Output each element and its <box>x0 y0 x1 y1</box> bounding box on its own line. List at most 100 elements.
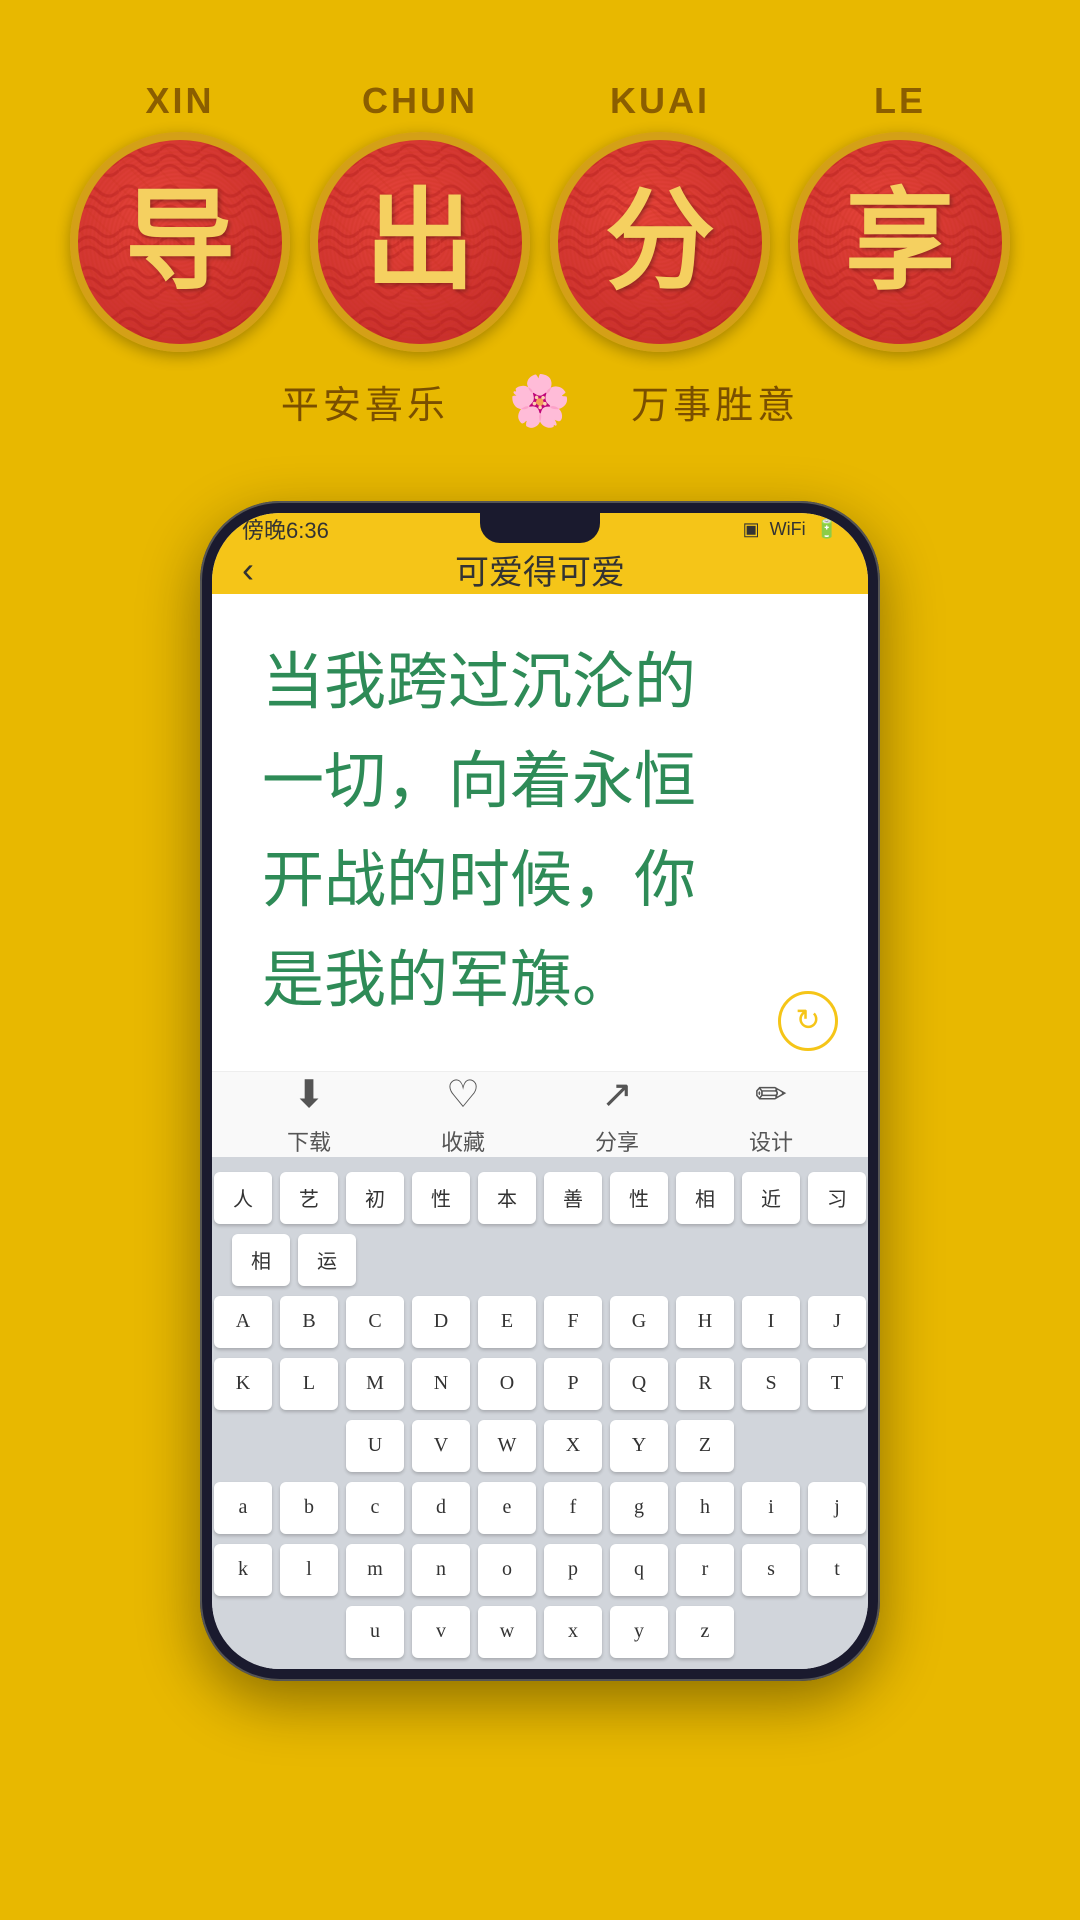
refresh-button[interactable]: ↻ <box>778 991 838 1051</box>
key-I[interactable]: I <box>742 1296 800 1348</box>
key-U[interactable]: U <box>346 1420 404 1472</box>
key-n[interactable]: n <box>412 1544 470 1596</box>
design-button[interactable]: ✏ 设计 <box>749 1072 793 1157</box>
back-button[interactable]: ‹ <box>242 549 254 591</box>
key-p[interactable]: p <box>544 1544 602 1596</box>
signal-icon: ▣ <box>743 519 760 540</box>
key-q[interactable]: q <box>610 1544 668 1596</box>
key-Q[interactable]: Q <box>610 1358 668 1410</box>
download-button[interactable]: ⬇ 下载 <box>287 1072 331 1157</box>
badge-kuai-circle[interactable]: 分 <box>550 132 770 352</box>
key-F[interactable]: F <box>544 1296 602 1348</box>
key-g[interactable]: g <box>610 1482 668 1534</box>
key-jin[interactable]: 近 <box>742 1172 800 1224</box>
key-L[interactable]: L <box>280 1358 338 1410</box>
share-label: 分享 <box>595 1125 639 1157</box>
key-t[interactable]: t <box>808 1544 866 1596</box>
key-i[interactable]: i <box>742 1482 800 1534</box>
key-c[interactable]: c <box>346 1482 404 1534</box>
share-icon: ↗ <box>601 1072 633 1117</box>
key-C[interactable]: C <box>346 1296 404 1348</box>
subtitle-left: 平安喜乐 <box>281 374 449 429</box>
key-R[interactable]: R <box>676 1358 734 1410</box>
key-D[interactable]: D <box>412 1296 470 1348</box>
key-O[interactable]: O <box>478 1358 536 1410</box>
key-xing1[interactable]: 性 <box>412 1172 470 1224</box>
key-b[interactable]: b <box>280 1482 338 1534</box>
notch <box>480 513 600 543</box>
favorite-label: 收藏 <box>441 1125 485 1157</box>
key-yun[interactable]: 运 <box>298 1234 356 1286</box>
download-label: 下载 <box>287 1125 331 1157</box>
favorite-button[interactable]: ♡ 收藏 <box>441 1072 485 1157</box>
key-chu[interactable]: 初 <box>346 1172 404 1224</box>
phone-inner: 傍晚6:36 ▣ WiFi 🔋 ‹ 可爱得可爱 当我跨过沉沦的一切，向着永恒开战… <box>212 513 868 1669</box>
key-r[interactable]: r <box>676 1544 734 1596</box>
key-yi[interactable]: 艺 <box>280 1172 338 1224</box>
key-a[interactable]: a <box>214 1482 272 1534</box>
badge-le-char: 享 <box>845 187 955 297</box>
key-xiang2[interactable]: 相 <box>232 1234 290 1286</box>
app-header: ‹ 可爱得可爱 <box>212 545 868 594</box>
badge-xin-circle[interactable]: 导 <box>70 132 290 352</box>
content-text: 当我跨过沉沦的一切，向着永恒开战的时候，你是我的军旗。 <box>262 634 818 1031</box>
badge-chun: CHUN 出 <box>310 80 530 352</box>
key-A[interactable]: A <box>214 1296 272 1348</box>
key-f[interactable]: f <box>544 1482 602 1534</box>
key-V[interactable]: V <box>412 1420 470 1472</box>
key-ren[interactable]: 人 <box>214 1172 272 1224</box>
key-X[interactable]: X <box>544 1420 602 1472</box>
key-shan[interactable]: 善 <box>544 1172 602 1224</box>
key-K[interactable]: K <box>214 1358 272 1410</box>
key-j[interactable]: j <box>808 1482 866 1534</box>
key-T[interactable]: T <box>808 1358 866 1410</box>
key-w[interactable]: w <box>478 1606 536 1658</box>
key-J[interactable]: J <box>808 1296 866 1348</box>
key-M[interactable]: M <box>346 1358 404 1410</box>
key-G[interactable]: G <box>610 1296 668 1348</box>
key-xing2[interactable]: 性 <box>610 1172 668 1224</box>
subtitle-right: 万事胜意 <box>631 374 799 429</box>
badge-chun-circle[interactable]: 出 <box>310 132 530 352</box>
key-h[interactable]: h <box>676 1482 734 1534</box>
key-e[interactable]: e <box>478 1482 536 1534</box>
key-d[interactable]: d <box>412 1482 470 1534</box>
key-W[interactable]: W <box>478 1420 536 1472</box>
key-l[interactable]: l <box>280 1544 338 1596</box>
key-P[interactable]: P <box>544 1358 602 1410</box>
key-xiang1[interactable]: 相 <box>676 1172 734 1224</box>
favorite-icon: ♡ <box>446 1072 480 1117</box>
key-y[interactable]: y <box>610 1606 668 1658</box>
key-m[interactable]: m <box>346 1544 404 1596</box>
key-k[interactable]: k <box>214 1544 272 1596</box>
phone-outer: 傍晚6:36 ▣ WiFi 🔋 ‹ 可爱得可爱 当我跨过沉沦的一切，向着永恒开战… <box>200 501 880 1681</box>
badge-le-circle[interactable]: 享 <box>790 132 1010 352</box>
badge-chun-label: CHUN <box>362 80 478 122</box>
key-H[interactable]: H <box>676 1296 734 1348</box>
badge-kuai: KUAI 分 <box>550 80 770 352</box>
key-u[interactable]: u <box>346 1606 404 1658</box>
status-bar: 傍晚6:36 ▣ WiFi 🔋 <box>212 513 868 545</box>
design-icon: ✏ <box>755 1072 787 1117</box>
bottom-toolbar: ⬇ 下载 ♡ 收藏 ↗ 分享 ✏ 设计 <box>212 1071 868 1157</box>
key-Y[interactable]: Y <box>610 1420 668 1472</box>
key-B[interactable]: B <box>280 1296 338 1348</box>
key-v[interactable]: v <box>412 1606 470 1658</box>
key-E[interactable]: E <box>478 1296 536 1348</box>
lower-row-1: a b c d e f g h i j <box>222 1482 858 1534</box>
key-ben[interactable]: 本 <box>478 1172 536 1224</box>
key-s[interactable]: s <box>742 1544 800 1596</box>
candidates-row-2: 相 运 <box>222 1234 858 1286</box>
key-S[interactable]: S <box>742 1358 800 1410</box>
key-x[interactable]: x <box>544 1606 602 1658</box>
key-Z[interactable]: Z <box>676 1420 734 1472</box>
letters-row-3: U V W X Y Z <box>222 1420 858 1472</box>
key-z[interactable]: z <box>676 1606 734 1658</box>
key-N[interactable]: N <box>412 1358 470 1410</box>
share-button[interactable]: ↗ 分享 <box>595 1072 639 1157</box>
top-section: XIN 导 CHUN <box>0 0 1080 471</box>
status-icons: ▣ WiFi 🔋 <box>743 519 838 540</box>
key-xi[interactable]: 习 <box>808 1172 866 1224</box>
badge-xin: XIN 导 <box>70 80 290 352</box>
key-o[interactable]: o <box>478 1544 536 1596</box>
